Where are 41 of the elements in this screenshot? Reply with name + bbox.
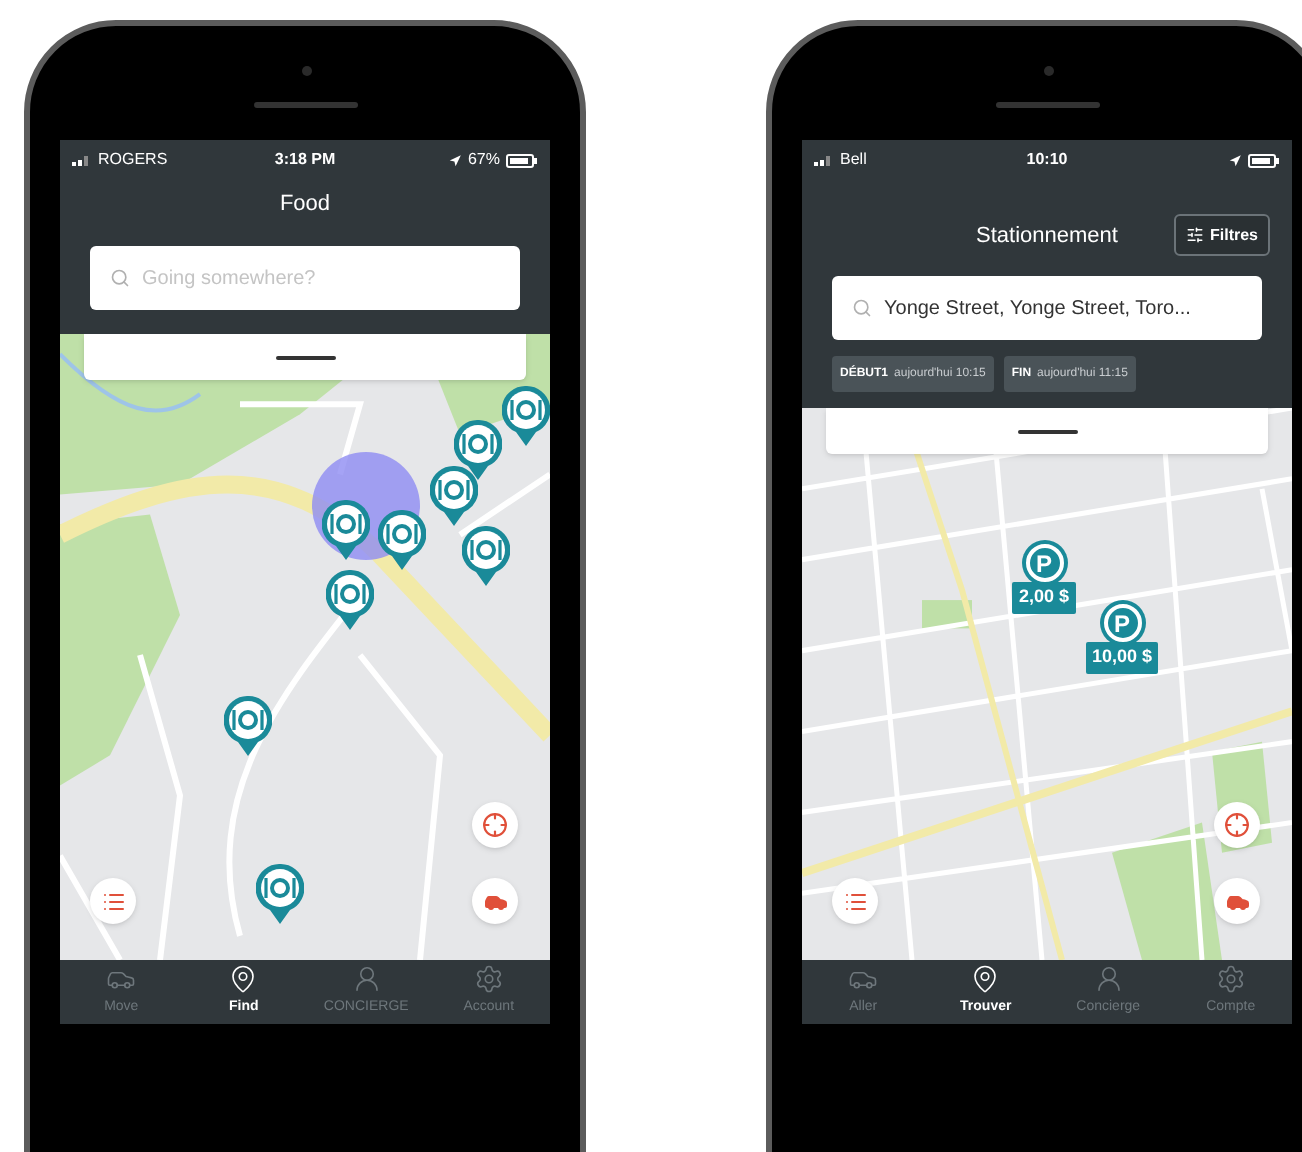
crosshair-icon — [1224, 812, 1250, 838]
carrier-name: Bell — [840, 148, 867, 172]
status-time: 10:10 — [1026, 148, 1068, 172]
person-icon — [1093, 964, 1124, 995]
restaurant-marker[interactable] — [224, 696, 272, 756]
search-field[interactable]: Yonge Street, Yonge Street, Toro... — [832, 276, 1262, 340]
gear-icon — [473, 964, 504, 995]
header-title: Stationnement — [976, 221, 1118, 252]
location-arrow-icon — [1228, 153, 1242, 167]
header-title: Food — [279, 189, 331, 220]
battery-percent: 67% — [467, 148, 500, 172]
carrier-name: ROGERS — [98, 148, 168, 172]
drag-handle — [1017, 429, 1077, 433]
restaurant-marker[interactable] — [322, 500, 370, 560]
price-tag: 10,00 $ — [1085, 642, 1159, 674]
signal-icon — [814, 154, 834, 166]
status-time: 3:18 PM — [274, 148, 336, 172]
battery-icon — [505, 153, 538, 167]
location-arrow-icon — [447, 153, 462, 167]
map-pin-icon — [970, 964, 1001, 995]
speaker-slot — [254, 102, 358, 108]
map-pin-icon — [228, 964, 259, 995]
search-field[interactable]: Going somewhere? — [90, 246, 520, 310]
person-icon — [351, 964, 382, 995]
search-icon — [852, 298, 872, 318]
filter-button[interactable]: Filtres — [1173, 214, 1270, 256]
signal-icon — [72, 154, 92, 166]
restaurant-marker[interactable] — [430, 466, 478, 526]
restaurant-marker[interactable] — [326, 570, 374, 630]
restaurant-marker[interactable] — [502, 386, 550, 446]
crosshair-icon — [482, 812, 508, 838]
restaurant-marker[interactable] — [462, 526, 510, 586]
price-tag: 2,00 $ — [1012, 582, 1076, 614]
restaurant-marker[interactable] — [256, 864, 304, 924]
speaker-slot — [996, 102, 1100, 108]
drag-handle — [275, 355, 335, 359]
sliders-icon — [1185, 226, 1204, 244]
search-icon — [110, 268, 130, 288]
gear-icon — [1215, 964, 1246, 995]
restaurant-marker[interactable] — [378, 510, 426, 570]
battery-icon — [1248, 153, 1280, 167]
